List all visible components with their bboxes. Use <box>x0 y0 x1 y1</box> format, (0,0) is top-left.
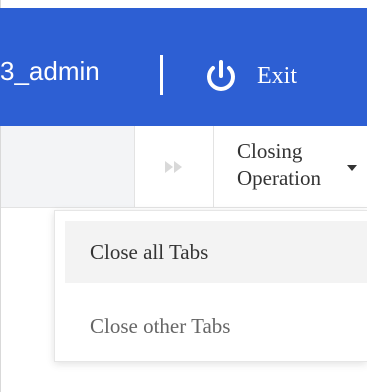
scroll-tabs-right-button[interactable] <box>134 126 214 208</box>
closing-operation-dropdown[interactable]: Closing Operation <box>214 126 367 208</box>
double-chevron-right-icon <box>165 161 182 173</box>
tab-bar: Closing Operation <box>1 126 367 208</box>
header-divider <box>160 55 163 95</box>
closing-operation-label: Closing Operation <box>237 139 321 190</box>
username-label: 3_admin <box>0 56 100 86</box>
exit-link[interactable]: Exit <box>257 61 297 91</box>
caret-down-icon <box>347 165 357 171</box>
menu-item-label: Close all Tabs <box>90 240 209 264</box>
tab-strip-area <box>1 126 134 208</box>
closing-operation-menu: Close all Tabs Close other Tabs <box>54 210 367 362</box>
power-icon-graphic <box>207 60 235 91</box>
menu-item-close-other-tabs[interactable]: Close other Tabs <box>65 295 367 357</box>
menu-item-label: Close other Tabs <box>90 314 231 338</box>
power-icon[interactable] <box>203 58 239 94</box>
menu-item-close-all-tabs[interactable]: Close all Tabs <box>65 221 367 283</box>
top-header-bar: 3_admin Exit <box>0 8 367 126</box>
